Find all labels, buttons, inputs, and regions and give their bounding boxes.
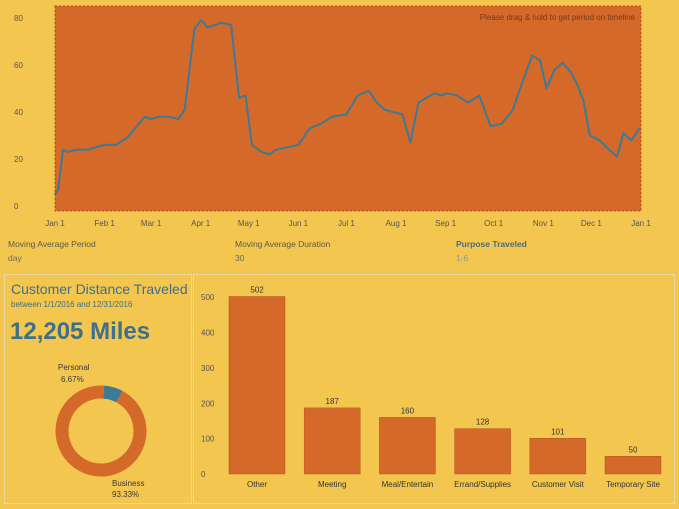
moving-average-period-label: Moving Average Period [8,239,96,249]
purpose-value[interactable]: 1-6 [456,253,527,263]
x-tick-label: Jan 1 [631,219,651,228]
purpose-bar-panel [193,274,675,504]
moving-average-period-value[interactable]: day [8,253,96,263]
x-tick-label: May 1 [238,219,260,228]
x-tick-label: Jul 1 [338,219,355,228]
x-tick-label: Jan 1 [45,219,65,228]
plot-area[interactable] [54,5,642,212]
x-tick-label: Oct 1 [484,219,504,228]
x-tick-label: Nov 1 [533,219,554,228]
x-tick-label: Jun 1 [289,219,309,228]
x-tick-label: Mar 1 [141,219,162,228]
moving-average-duration-label: Moving Average Duration [235,239,331,249]
y-tick-label: 60 [14,61,23,70]
purpose-filter-control[interactable]: Purpose Traveled 1-6 [456,239,527,263]
y-tick-label: 20 [14,155,23,164]
moving-average-period-control[interactable]: Moving Average Period day [8,239,96,263]
y-tick-label: 0 [14,202,19,211]
summary-subtitle: between 1/1/2016 and 12/31/2016 [11,300,133,309]
timeline-chart[interactable]: 0 20 40 60 80 Jan 1 Feb 1 Mar 1 Apr 1 May 1 Jun 1… [0,0,679,240]
timeline-hint: Please drag & hold to get period on time… [480,13,636,22]
x-tick-label: Feb 1 [94,219,115,228]
moving-average-duration-value[interactable]: 30 [235,253,330,263]
summary-title: Customer Distance Traveled [11,281,188,297]
moving-average-duration-control[interactable]: Moving Average Duration 30 [235,239,330,263]
y-tick-label: 80 [14,14,23,23]
x-tick-label: Aug 1 [386,219,407,228]
x-tick-label: Dec 1 [581,219,602,228]
x-tick-label: Apr 1 [191,219,211,228]
y-tick-label: 40 [14,108,23,117]
x-tick-label: Sep 1 [435,219,456,228]
purpose-label: Purpose Traveled [456,239,527,249]
total-miles: 12,205 Miles [10,318,151,345]
